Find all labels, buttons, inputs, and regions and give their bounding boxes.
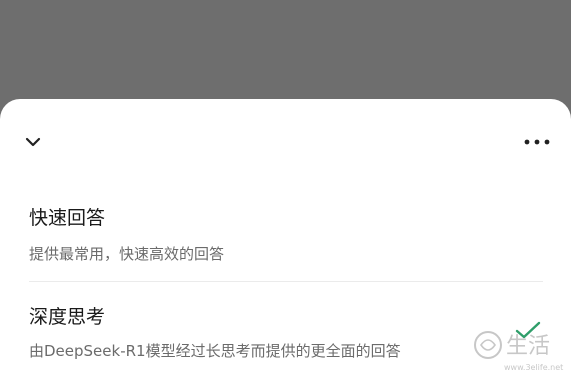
more-options-button[interactable] [520,129,554,155]
watermark-logo: 生活 www.3elife.net [474,331,563,372]
collapse-button[interactable] [20,129,46,155]
svg-text:www.3elife.net: www.3elife.net [504,363,563,372]
option-title: 深度思考 [29,306,106,328]
divider [29,281,543,282]
screen: 快速回答 提供最常用，快速高效的回答 深度思考 由DeepSeek-R1模型经过… [0,0,571,373]
svg-text:生活: 生活 [506,334,550,359]
more-horizontal-icon [524,139,550,145]
answer-mode-sheet: 快速回答 提供最常用，快速高效的回答 深度思考 由DeepSeek-R1模型经过… [0,99,571,373]
option-description: 由DeepSeek-R1模型经过长思考而提供的更全面的回答 [29,342,401,360]
option-description: 提供最常用，快速高效的回答 [29,245,225,263]
chevron-down-icon [25,137,41,147]
option-quick-answer[interactable]: 快速回答 提供最常用，快速高效的回答 [0,195,571,283]
option-title: 快速回答 [29,207,106,229]
